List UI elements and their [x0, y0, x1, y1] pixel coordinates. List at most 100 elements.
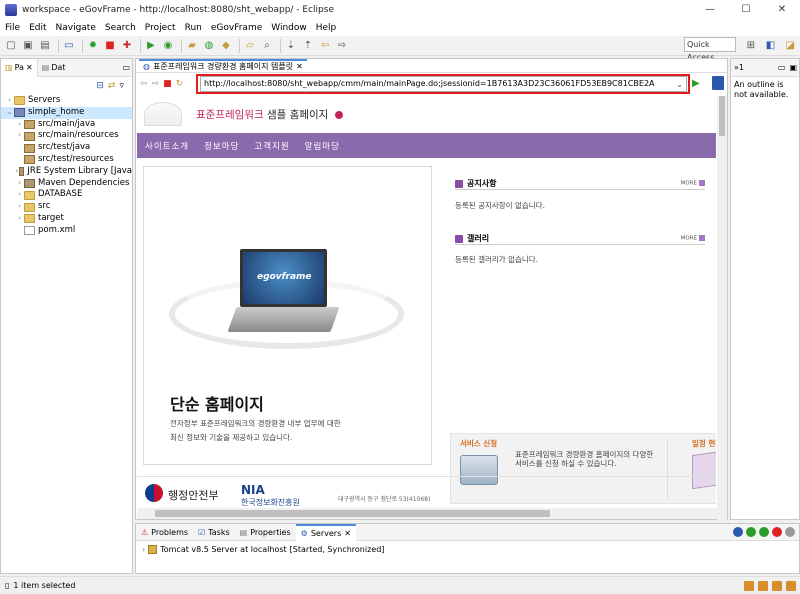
- link-editor-icon[interactable]: ⇄: [108, 81, 116, 91]
- horizontal-scrollbar[interactable]: [137, 508, 717, 519]
- menu-project[interactable]: Project: [145, 23, 176, 33]
- menu-run[interactable]: Run: [185, 23, 202, 33]
- nav-support[interactable]: 고객지원: [254, 140, 289, 152]
- tab-problems[interactable]: ⚠ Problems: [136, 524, 193, 541]
- close-icon[interactable]: ✕: [296, 62, 303, 71]
- vertical-scrollbar[interactable]: [717, 96, 727, 520]
- tree-item[interactable]: › DATABASE: [1, 189, 132, 201]
- chevron-icon[interactable]: ›: [15, 213, 24, 225]
- tree-item[interactable]: › target: [1, 213, 132, 225]
- gallery-more-link[interactable]: MORE: [681, 235, 705, 242]
- new-class-icon[interactable]: ◍: [202, 39, 216, 53]
- start-server-icon[interactable]: [746, 527, 756, 537]
- chevron-icon[interactable]: ›: [15, 130, 24, 142]
- notice-more-link[interactable]: MORE: [681, 180, 705, 187]
- save-all-icon[interactable]: ▤: [38, 39, 52, 53]
- tree-item[interactable]: src/test/resources: [1, 154, 132, 166]
- tree-item[interactable]: › src/main/java: [1, 119, 132, 131]
- maximize-button[interactable]: ☐: [728, 0, 764, 19]
- chevron-icon[interactable]: ›: [15, 178, 24, 190]
- tray-icon[interactable]: [786, 580, 796, 591]
- save-icon[interactable]: ▣: [21, 39, 35, 53]
- forward-icon[interactable]: ⇨: [152, 79, 160, 89]
- chevron-icon[interactable]: ›: [5, 95, 14, 107]
- tab-browser[interactable]: ◍ 표준프레임워크 경량환경 홈페이지 템플릿 ✕: [139, 58, 307, 73]
- minimize-panel-icon[interactable]: ▭: [122, 63, 130, 72]
- new-java-package-icon[interactable]: ▰: [185, 39, 199, 53]
- maximize-panel-icon[interactable]: ▣: [789, 63, 797, 72]
- tab-data-source[interactable]: ▤ Dat: [38, 59, 70, 77]
- nav-info[interactable]: 정보마당: [204, 140, 239, 152]
- refresh-icon[interactable]: ↻: [176, 79, 184, 89]
- menu-egovframe[interactable]: eGovFrame: [211, 23, 262, 33]
- menu-edit[interactable]: Edit: [29, 23, 46, 33]
- stop-icon[interactable]: ■: [163, 79, 172, 89]
- view-menu-icon[interactable]: ▿: [119, 81, 124, 91]
- tree-item[interactable]: › JRE System Library [Java: [1, 166, 132, 178]
- tray-icon[interactable]: [772, 580, 782, 591]
- run-icon[interactable]: ▶: [144, 39, 158, 53]
- tree-item[interactable]: › src/main/resources: [1, 130, 132, 142]
- tab-package-explorer[interactable]: ▥ Pa ✕: [1, 58, 38, 77]
- close-button[interactable]: ✕: [764, 0, 800, 19]
- egov-logo[interactable]: [144, 102, 182, 126]
- tab-properties[interactable]: ▤ Properties: [235, 524, 296, 541]
- chevron-icon[interactable]: ›: [15, 201, 24, 213]
- next-annotation-icon[interactable]: ⇣: [284, 39, 298, 53]
- tree-item[interactable]: src/test/java: [1, 142, 132, 154]
- tree-item[interactable]: › Maven Dependencies: [1, 178, 132, 190]
- open-perspective-icon[interactable]: ⊞: [744, 38, 758, 52]
- nav-notice[interactable]: 알림마당: [305, 140, 340, 152]
- menu-window[interactable]: Window: [271, 23, 307, 33]
- nav-site-intro[interactable]: 사이트소개: [145, 140, 189, 152]
- tab-servers[interactable]: ⚙ Servers ✕: [295, 523, 356, 541]
- site-title[interactable]: 표준프레임워크 샘플 홈페이지: [196, 107, 343, 122]
- chevron-right-icon[interactable]: ›: [142, 545, 145, 554]
- close-icon[interactable]: ✕: [26, 63, 33, 72]
- tree-item[interactable]: pom.xml: [1, 225, 132, 237]
- collapse-all-icon[interactable]: ⊟: [96, 81, 104, 91]
- egov-perspective-icon[interactable]: ◧: [764, 38, 778, 52]
- tray-icon[interactable]: [758, 580, 768, 591]
- go-icon[interactable]: ▶: [692, 78, 700, 89]
- menu-navigate[interactable]: Navigate: [56, 23, 96, 33]
- search-icon[interactable]: ⌕: [260, 39, 274, 53]
- tree-item[interactable]: › src: [1, 201, 132, 213]
- run-server-icon[interactable]: ✚: [120, 39, 134, 53]
- publish-icon[interactable]: [785, 527, 795, 537]
- tab-tasks[interactable]: ☑ Tasks: [193, 524, 235, 541]
- open-folder-icon[interactable]: ▱: [243, 39, 257, 53]
- tree-item[interactable]: › Servers: [1, 95, 132, 107]
- prev-annotation-icon[interactable]: ⇡: [301, 39, 315, 53]
- stop-server-icon[interactable]: [772, 527, 782, 537]
- scroll-thumb[interactable]: [719, 96, 725, 136]
- profile-server-icon[interactable]: [759, 527, 769, 537]
- java-perspective-icon[interactable]: ◪: [783, 38, 797, 52]
- menu-help[interactable]: Help: [316, 23, 337, 33]
- external-tools-icon[interactable]: ◉: [161, 39, 175, 53]
- debug-server-icon[interactable]: [733, 527, 743, 537]
- egov-bookmark-icon[interactable]: [712, 76, 724, 90]
- chevron-icon[interactable]: ›: [15, 189, 24, 201]
- quick-access-input[interactable]: Quick Access: [684, 37, 736, 62]
- tree-item[interactable]: ⌄ simple_home: [1, 106, 132, 119]
- server-list-item[interactable]: › Tomcat v8.5 Server at localhost [Start…: [136, 541, 799, 558]
- chevron-icon[interactable]: ›: [15, 119, 24, 131]
- minimize-button[interactable]: —: [692, 0, 728, 19]
- menu-search[interactable]: Search: [105, 23, 136, 33]
- new-icon[interactable]: ▢: [4, 39, 18, 53]
- scroll-thumb[interactable]: [155, 510, 550, 517]
- open-type-icon[interactable]: ◆: [219, 39, 233, 53]
- back-icon[interactable]: ⇦: [318, 39, 332, 53]
- tray-icon[interactable]: [744, 580, 754, 591]
- console-icon[interactable]: ▭: [62, 39, 76, 53]
- chevron-icon[interactable]: ⌄: [5, 107, 14, 119]
- minimize-panel-icon[interactable]: ▭: [778, 63, 786, 72]
- outline-tab[interactable]: »1: [734, 63, 744, 72]
- close-icon[interactable]: ✕: [344, 529, 351, 538]
- debug-icon[interactable]: ✹: [86, 39, 100, 53]
- back-icon[interactable]: ⇦: [140, 79, 148, 89]
- forward-icon[interactable]: ⇨: [335, 39, 349, 53]
- menu-file[interactable]: File: [5, 23, 20, 33]
- stop-icon[interactable]: ■: [103, 39, 117, 53]
